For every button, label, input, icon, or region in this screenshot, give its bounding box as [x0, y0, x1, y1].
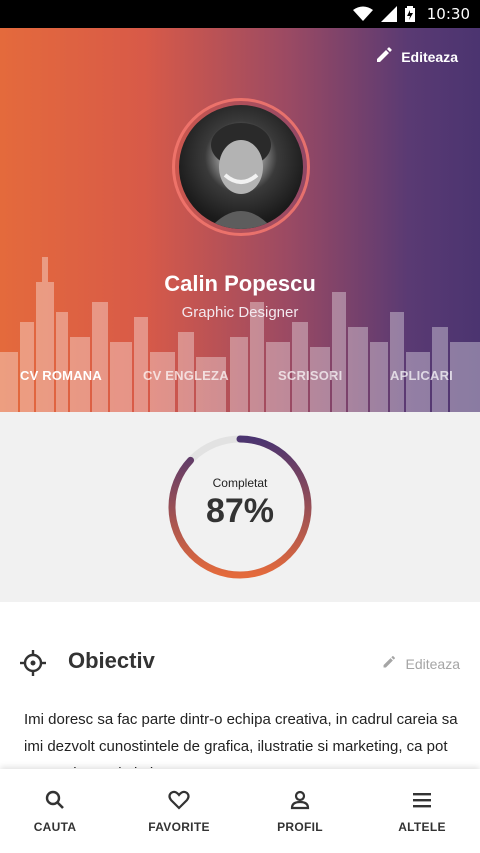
- wifi-icon: [352, 6, 373, 22]
- tab-cv-romana[interactable]: CV ROMANA: [20, 368, 102, 383]
- tab-scrisori[interactable]: SCRISORI: [278, 368, 342, 383]
- nav-cauta[interactable]: CAUTA: [0, 789, 110, 834]
- edit-profile-label: Editeaza: [401, 48, 458, 65]
- nav-altele[interactable]: ALTELE: [367, 789, 477, 834]
- target-icon: [20, 650, 46, 681]
- objective-title: Obiectiv: [68, 648, 155, 673]
- nav-altele-label: ALTELE: [398, 820, 446, 834]
- pencil-icon: [382, 655, 396, 672]
- profile-name: Calin Popescu: [164, 271, 316, 296]
- signal-icon: [380, 6, 397, 22]
- bottom-navigation: CAUTA FAVORITE PROFIL ALTELE: [0, 769, 480, 853]
- completion-section: Completat 87%: [0, 412, 480, 602]
- completion-value: 87%: [205, 492, 275, 530]
- search-icon: [0, 789, 110, 811]
- menu-icon: [367, 789, 477, 811]
- nav-profil[interactable]: PROFIL: [245, 789, 355, 834]
- tab-aplicari[interactable]: APLICARI: [390, 368, 453, 383]
- pencil-icon: [375, 46, 393, 67]
- nav-favorite[interactable]: FAVORITE: [124, 789, 234, 834]
- avatar[interactable]: [172, 98, 310, 236]
- edit-profile-button[interactable]: Editeaza: [375, 46, 458, 67]
- objective-header: Obiectiv Editeaza: [0, 642, 480, 684]
- avatar-photo: [179, 105, 303, 229]
- edit-objective-label: Editeaza: [405, 655, 460, 672]
- nav-cauta-label: CAUTA: [33, 820, 77, 834]
- completion-label: Completat: [212, 476, 268, 490]
- edit-objective-button[interactable]: Editeaza: [382, 655, 460, 672]
- objective-text: Imi doresc sa fac parte dintr-o echipa c…: [24, 711, 458, 768]
- nav-favorite-label: FAVORITE: [148, 820, 210, 834]
- battery-icon: [404, 6, 415, 22]
- cv-tabs: CV ROMANA CV ENGLEZA SCRISORI APLICARI: [0, 368, 480, 390]
- profile-role: Graphic Designer: [181, 304, 299, 321]
- tab-cv-engleza[interactable]: CV ENGLEZA: [143, 368, 229, 383]
- person-icon: [245, 789, 355, 811]
- status-time: 10:30: [426, 5, 470, 23]
- profile-header: Editeaza Calin Popescu Graphic Designer …: [0, 28, 480, 412]
- nav-profil-label: PROFIL: [277, 820, 323, 834]
- status-bar: 10:30: [0, 0, 480, 28]
- heart-icon: [124, 789, 234, 811]
